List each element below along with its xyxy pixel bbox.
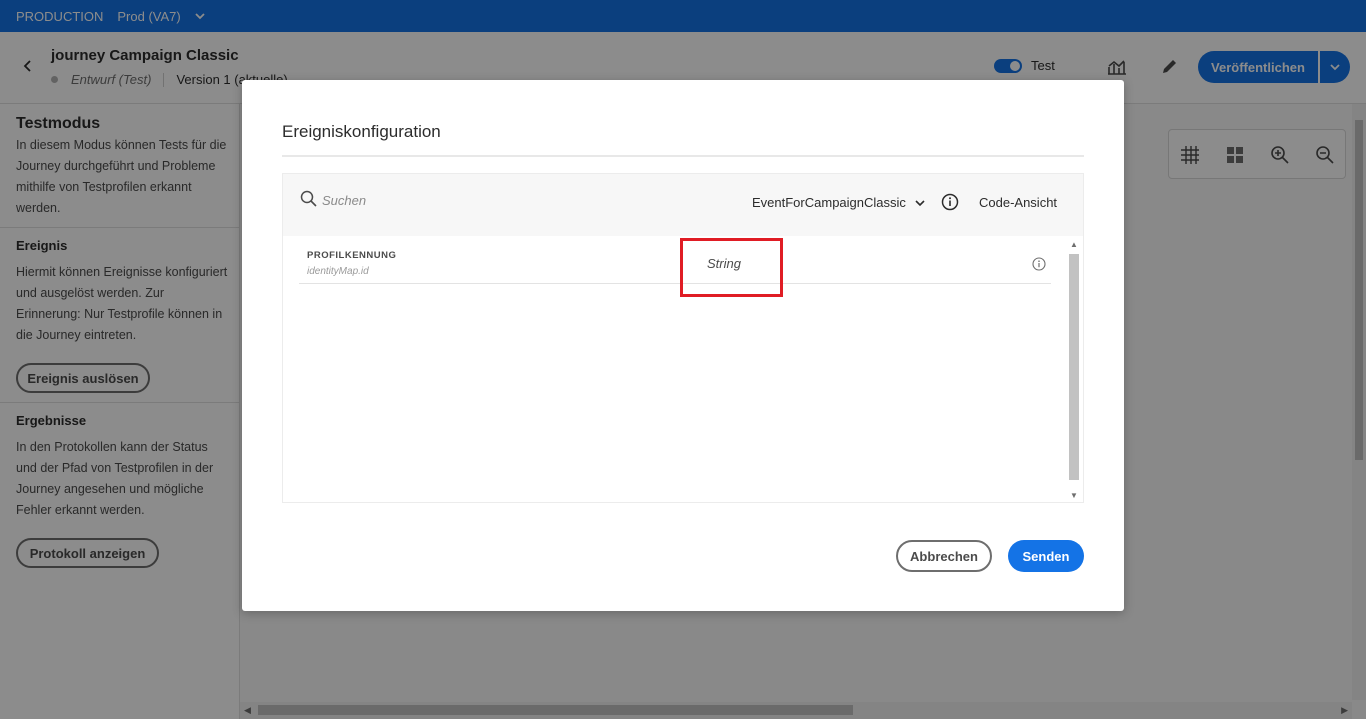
info-icon[interactable]	[1032, 257, 1046, 271]
highlight-box	[680, 238, 783, 297]
field-path: identityMap.id	[307, 266, 369, 277]
scroll-down-icon[interactable]: ▼	[1070, 491, 1078, 500]
send-button[interactable]: Senden	[1008, 540, 1084, 572]
scrollbar-thumb[interactable]	[1069, 254, 1079, 480]
divider	[282, 155, 1084, 157]
search-input[interactable]	[322, 193, 522, 208]
event-configuration-dialog: Ereigniskonfiguration EventForCampaignCl…	[242, 80, 1124, 611]
code-view-toggle[interactable]: Code-Ansicht	[979, 195, 1057, 210]
dialog-title: Ereigniskonfiguration	[282, 122, 441, 141]
cancel-button[interactable]: Abbrechen	[896, 540, 992, 572]
event-name: EventForCampaignClassic	[752, 195, 906, 210]
field-list-scrollbar[interactable]: ▲ ▼	[1068, 240, 1080, 500]
event-selector[interactable]: EventForCampaignClassic	[752, 195, 926, 210]
chevron-down-icon[interactable]	[914, 197, 926, 209]
field-label: PROFILKENNUNG	[307, 250, 397, 261]
info-icon[interactable]	[941, 193, 959, 211]
field-row: PROFILKENNUNG identityMap.id String	[299, 236, 1051, 284]
search-icon	[300, 190, 318, 208]
scroll-up-icon[interactable]: ▲	[1070, 240, 1078, 249]
